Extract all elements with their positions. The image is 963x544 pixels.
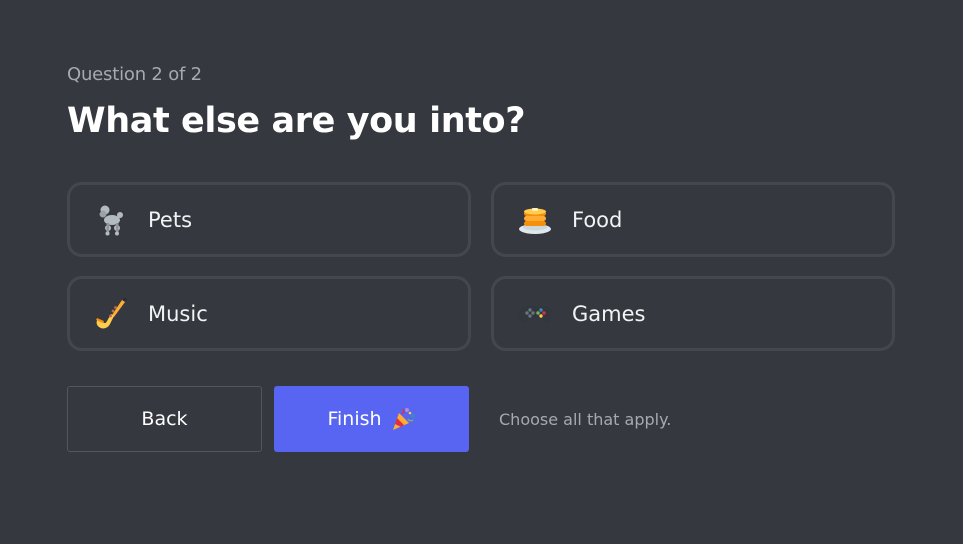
hint-text: Choose all that apply. [499,409,672,429]
option-label: Pets [148,207,193,232]
finish-button[interactable]: Finish [274,386,469,452]
option-music[interactable]: Music [67,276,471,351]
poodle-icon [94,203,128,237]
option-label: Music [148,301,208,326]
question-progress: Question 2 of 2 [67,64,202,85]
pancakes-icon [518,203,552,237]
party-popper-icon [390,406,416,432]
game-controller-icon [518,297,552,331]
option-food[interactable]: Food [491,182,895,257]
option-pets[interactable]: Pets [67,182,471,257]
option-label: Food [572,207,623,232]
finish-button-label: Finish [327,408,382,430]
saxophone-icon [94,297,128,331]
action-bar: Back Finish Choose all that apply. [67,386,671,452]
option-label: Games [572,301,646,326]
option-games[interactable]: Games [491,276,895,351]
back-button[interactable]: Back [67,386,262,452]
options-grid: Pets Food Music Games [67,182,895,351]
page-title: What else are you into? [67,101,526,141]
